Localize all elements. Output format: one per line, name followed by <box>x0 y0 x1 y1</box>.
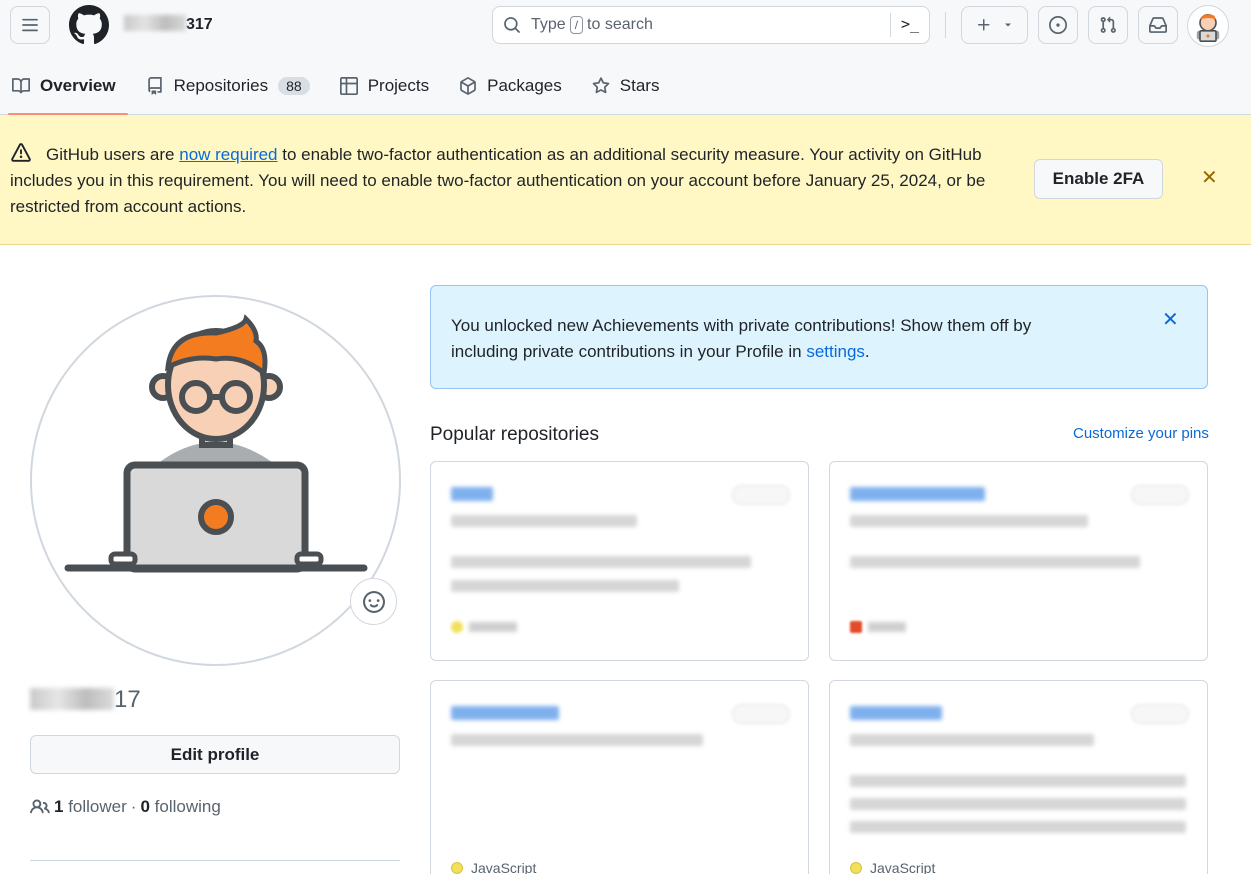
github-logo-icon[interactable] <box>69 5 109 45</box>
enable-2fa-button[interactable]: Enable 2FA <box>1034 159 1163 199</box>
repo-card[interactable]: JavaScript <box>430 680 809 874</box>
profile-tabs: Overview Repositories 88 Projects Packag… <box>0 60 677 115</box>
search-divider <box>890 13 891 37</box>
header-divider <box>945 12 946 38</box>
repo-name-link[interactable] <box>850 706 942 720</box>
repo-description <box>850 556 1140 568</box>
language-color-dot <box>850 621 862 633</box>
two-factor-banner: GitHub users are now required to enable … <box>0 115 1251 245</box>
repo-card[interactable] <box>829 461 1208 661</box>
plus-icon <box>977 19 989 31</box>
set-status-button[interactable] <box>350 578 397 625</box>
repo-description <box>451 556 751 568</box>
sidebar-divider <box>30 860 400 861</box>
repo-fork-info <box>850 515 1088 527</box>
search-shortcut-key: / <box>569 16 584 34</box>
visibility-badge <box>732 485 790 505</box>
repo-icon <box>147 77 162 95</box>
profile-username: 17 <box>30 686 141 714</box>
repo-name-link[interactable] <box>451 706 559 720</box>
following-link[interactable]: 0 following <box>140 797 220 817</box>
tab-projects[interactable]: Projects <box>328 60 441 112</box>
customize-pins-link[interactable]: Customize your pins <box>1073 425 1209 442</box>
language-color-dot <box>850 862 862 874</box>
smiley-icon <box>362 590 385 613</box>
search-input[interactable]: Type / to search >_ <box>492 6 930 44</box>
repo-language: JavaScript <box>471 860 537 874</box>
repo-language <box>868 622 906 632</box>
command-palette-icon[interactable]: >_ <box>901 15 919 33</box>
edit-profile-button[interactable]: Edit profile <box>30 735 400 774</box>
hamburger-icon <box>22 18 38 32</box>
profile-avatar[interactable] <box>30 295 401 666</box>
search-icon <box>504 17 520 33</box>
star-icon <box>592 77 610 94</box>
repo-name-link[interactable] <box>451 487 493 501</box>
repo-description <box>850 775 1186 787</box>
repo-name-link[interactable] <box>850 487 985 501</box>
table-icon <box>339 77 358 95</box>
now-required-link[interactable]: now required <box>179 145 277 164</box>
close-icon[interactable]: ✕ <box>1201 168 1218 188</box>
language-color-dot <box>451 621 463 633</box>
follow-stats: 1 follower · 0 following <box>30 797 221 817</box>
issues-button[interactable] <box>1038 6 1078 44</box>
settings-link[interactable]: settings <box>806 342 865 361</box>
repo-language <box>469 622 517 632</box>
repo-card[interactable]: JavaScript <box>829 680 1208 874</box>
redacted-profile-name <box>30 688 114 710</box>
repo-description <box>850 821 1186 833</box>
repo-description <box>451 580 679 592</box>
achievements-notice: You unlocked new Achievements with priva… <box>430 285 1208 389</box>
book-icon <box>12 78 30 94</box>
triangle-down-icon <box>1004 23 1011 27</box>
visibility-badge <box>1131 704 1189 724</box>
tab-packages[interactable]: Packages <box>447 60 574 112</box>
issue-opened-icon <box>1049 16 1067 34</box>
create-new-button[interactable] <box>961 6 1028 44</box>
pull-requests-button[interactable] <box>1088 6 1128 44</box>
language-color-dot <box>451 862 463 874</box>
developer-illustration-icon <box>64 314 368 573</box>
inbox-button[interactable] <box>1138 6 1178 44</box>
visibility-badge <box>1131 485 1189 505</box>
achievements-message: You unlocked new Achievements with priva… <box>451 316 1032 361</box>
repo-language: JavaScript <box>870 860 936 874</box>
tab-overview[interactable]: Overview <box>0 60 128 115</box>
redacted-username <box>124 15 186 31</box>
people-icon <box>30 799 50 814</box>
alert-icon <box>11 143 31 162</box>
package-icon <box>460 77 476 95</box>
inbox-icon <box>1149 17 1167 33</box>
popular-repositories-heading: Popular repositories <box>430 424 599 445</box>
repo-fork-info <box>451 515 637 527</box>
repo-fork-info <box>451 734 703 746</box>
developer-avatar-icon <box>1196 14 1220 42</box>
tab-stars[interactable]: Stars <box>580 60 672 112</box>
visibility-badge <box>732 704 790 724</box>
repo-fork-info <box>850 734 1094 746</box>
user-avatar[interactable] <box>1187 5 1229 47</box>
app-header: 317 Type / to search >_ Overview Reposit… <box>0 0 1251 115</box>
repo-card[interactable] <box>430 461 809 661</box>
tab-repositories[interactable]: Repositories 88 <box>134 60 322 112</box>
close-icon[interactable]: ✕ <box>1162 307 1179 332</box>
menu-button[interactable] <box>10 6 50 44</box>
repositories-count-badge: 88 <box>278 77 310 95</box>
header-username[interactable]: 317 <box>124 15 213 34</box>
pull-request-icon <box>1100 16 1116 33</box>
repo-description <box>850 798 1186 810</box>
banner-message: GitHub users are now required to enable … <box>10 143 986 216</box>
followers-link[interactable]: 1 follower <box>54 797 127 817</box>
